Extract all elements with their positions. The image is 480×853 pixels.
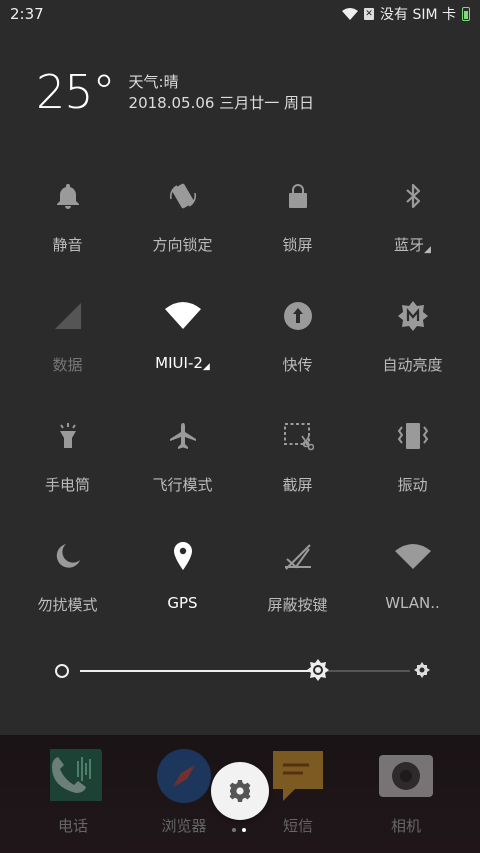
status-bar: 2:37 ✕ 没有 SIM 卡 (0, 0, 480, 28)
tile-label: WLAN.. (385, 594, 440, 612)
tile-quick-transfer[interactable]: 快传 (240, 290, 355, 410)
moon-icon (56, 544, 80, 568)
expand-triangle-icon: ◢ (424, 245, 431, 255)
tile-airplane-mode[interactable]: 飞行模式 (125, 410, 240, 530)
battery-icon (462, 7, 470, 21)
airplane-icon (169, 423, 196, 449)
dock-app-label: 短信 (282, 817, 313, 835)
tile-label-text: 蓝牙 (394, 236, 425, 254)
tile-gps[interactable]: GPS (125, 530, 240, 650)
rotation-lock-icon (169, 183, 196, 209)
tile-bluetooth[interactable]: 蓝牙◢ (355, 170, 470, 290)
tile-label-text: MIUI-2 (155, 354, 203, 372)
weather-condition: 天气:晴 (128, 73, 179, 91)
settings-button[interactable] (211, 762, 269, 820)
tile-label: 静音 (52, 236, 83, 254)
tile-label: 屏蔽按键 (267, 596, 328, 614)
vibrate-icon (397, 423, 428, 449)
tile-rotation-lock[interactable]: 方向锁定 (125, 170, 240, 290)
tile-label: 快传 (282, 356, 313, 374)
tile-label: GPS (167, 594, 198, 612)
brightness-max-icon (414, 662, 430, 678)
tile-label: 截屏 (282, 476, 313, 494)
compass-icon (157, 749, 211, 803)
no-sim-icon: ✕ (364, 8, 374, 20)
tile-label: MIUI-2◢ (155, 354, 210, 372)
tile-do-not-disturb[interactable]: 勿扰模式 (10, 530, 125, 650)
dock-app-label: 浏览器 (161, 817, 207, 835)
bluetooth-icon (405, 183, 420, 209)
tile-auto-brightness[interactable]: 自动亮度 (355, 290, 470, 410)
tile-label: 飞行模式 (152, 476, 213, 494)
screenshot-icon (283, 423, 314, 451)
quick-settings-grid: 静音 方向锁定 锁屏 蓝牙◢ 数据 MIUI-2◢ 快传 自动亮度 手电筒 飞行… (10, 170, 470, 650)
temperature: 25° (36, 65, 116, 119)
lock-icon (288, 184, 307, 208)
camera-icon (379, 755, 433, 797)
weather-info: 天气:晴 2018.05.06 三月廿一 周日 (129, 72, 314, 114)
carrier-text: 没有 SIM 卡 (380, 7, 456, 23)
weather-header[interactable]: 25° 天气:晴 2018.05.06 三月廿一 周日 (36, 66, 314, 118)
tile-label: 方向锁定 (152, 236, 213, 254)
page-dot-active (242, 828, 246, 832)
dock-app-label: 电话 (57, 817, 88, 835)
status-icons: ✕ 没有 SIM 卡 (342, 4, 470, 24)
dock-app-phone[interactable]: 电话 (33, 747, 113, 836)
auto-brightness-icon (397, 301, 428, 331)
tile-mobile-data[interactable]: 数据 (10, 290, 125, 410)
dock-app-messages[interactable]: 短信 (258, 747, 338, 836)
tile-label: 锁屏 (282, 236, 313, 254)
tile-label: 振动 (397, 476, 428, 494)
flashlight-icon (59, 423, 76, 448)
wifi-signal-icon (342, 8, 358, 20)
wlan-hotspot-icon (394, 544, 431, 569)
page-dot (232, 828, 236, 832)
brightness-slider[interactable] (54, 658, 430, 682)
tile-label: 手电筒 (44, 476, 90, 494)
tile-lock-screen[interactable]: 锁屏 (240, 170, 355, 290)
block-keys-icon (284, 544, 311, 570)
tile-wlan-hotspot[interactable]: WLAN.. (355, 530, 470, 650)
tile-block-keys[interactable]: 屏蔽按键 (240, 530, 355, 650)
tile-label: 自动亮度 (382, 356, 443, 374)
tile-label: 勿扰模式 (37, 596, 98, 614)
tile-label: 数据 (52, 356, 83, 374)
date-text: 2018.05.06 三月廿一 周日 (128, 94, 314, 112)
quick-transfer-icon (283, 302, 312, 330)
message-icon (273, 751, 323, 801)
brightness-thumb-icon[interactable] (306, 658, 330, 682)
page-indicator (232, 828, 246, 832)
tile-vibrate[interactable]: 振动 (355, 410, 470, 530)
bell-icon (56, 184, 79, 209)
brightness-min-icon (55, 664, 69, 678)
status-time: 2:37 (10, 5, 44, 23)
location-pin-icon (173, 542, 192, 570)
wifi-icon (164, 302, 201, 329)
gear-icon (229, 780, 251, 802)
tile-wifi[interactable]: MIUI-2◢ (125, 290, 240, 410)
expand-triangle-icon: ◢ (202, 362, 210, 372)
mobile-data-icon (54, 303, 81, 329)
dock-app-camera[interactable]: 相机 (366, 747, 446, 836)
dock-app-label: 相机 (390, 817, 421, 835)
tile-flashlight[interactable]: 手电筒 (10, 410, 125, 530)
phone-app-icon (50, 749, 102, 801)
tile-screenshot[interactable]: 截屏 (240, 410, 355, 530)
tile-label: 蓝牙◢ (394, 234, 431, 255)
brightness-fill (80, 670, 318, 672)
tile-mute[interactable]: 静音 (10, 170, 125, 290)
